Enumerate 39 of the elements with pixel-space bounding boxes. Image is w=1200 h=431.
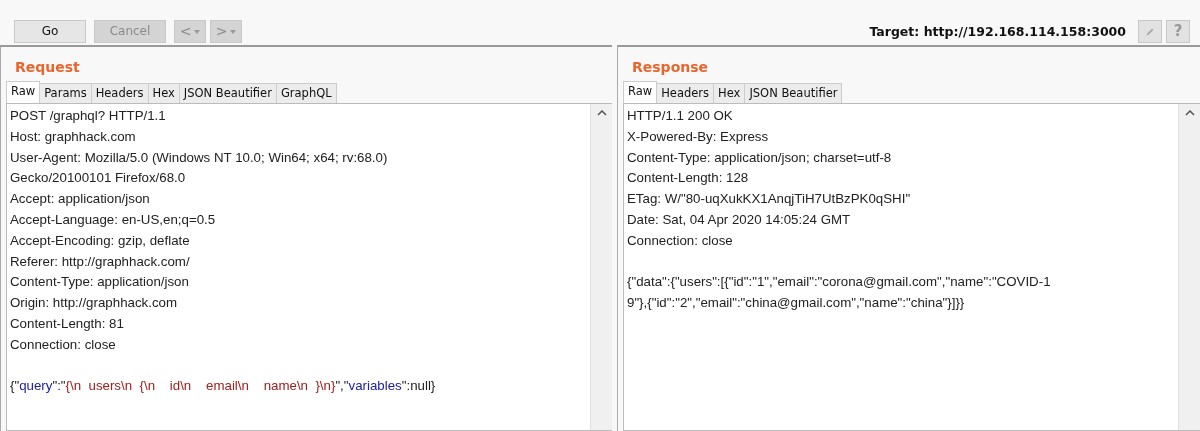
request-line: Host: graphhack.com xyxy=(10,127,137,146)
tab[interactable]: Headers xyxy=(656,83,715,103)
tab[interactable]: Hex xyxy=(713,83,746,103)
response-line: Content-Length: 128 xyxy=(627,169,750,188)
body-line: 9"},{"id":"2","email":"china@gmail.com","name":"china"}]}} xyxy=(627,294,966,313)
scroll-up-icon[interactable] xyxy=(1184,110,1195,116)
request-line: Referer: http://graphhack.com/ xyxy=(10,252,191,271)
tab[interactable]: GraphQL xyxy=(275,83,337,103)
request-line: Connection: close xyxy=(10,335,117,354)
response-line: Connection: close xyxy=(627,231,734,250)
response-line: Date: Sat, 04 Apr 2020 14:05:24 GMT xyxy=(627,211,852,229)
request-line: Accept: application/json xyxy=(10,190,151,209)
target-label: Target: http://192.168.114.158:3000 xyxy=(869,23,1126,41)
tab[interactable]: Raw xyxy=(623,81,658,103)
panel-title: Response xyxy=(631,58,710,77)
tab[interactable]: JSON Beautifier xyxy=(178,83,277,103)
edit-button[interactable] xyxy=(1138,20,1162,43)
tab[interactable]: JSON Beautifier xyxy=(744,83,843,103)
request-line: Gecko/20100101 Firefox/68.0 xyxy=(10,169,187,188)
tab[interactable]: Raw xyxy=(6,81,41,103)
response-line: X-Powered-By: Express xyxy=(627,127,770,146)
request-line: Accept-Encoding: gzip, deflate xyxy=(10,231,191,250)
request-line: Accept-Language: en-US,en;q=0.5 xyxy=(10,211,217,229)
request-line: Content-Length: 81 xyxy=(10,314,125,333)
body-line: {"query":"{\n users\n {\n id\n email\n name\n }\n}","variables":null} xyxy=(10,377,437,396)
go-button[interactable]: Go xyxy=(14,20,86,43)
request-line: User-Agent: Mozilla/5.0 (Windows NT 10.0; Win64; x64; rv:68.0) xyxy=(10,148,389,167)
tab[interactable]: Params xyxy=(39,83,92,103)
request-line: Origin: http://graphhack.com xyxy=(10,294,179,313)
request-line: Content-Type: application/json xyxy=(10,273,190,292)
response-line: Content-Type: application/json; charset=utf-8 xyxy=(627,148,893,167)
tab[interactable]: Hex xyxy=(147,83,180,103)
panel-title: Request xyxy=(14,58,81,77)
request-line: POST /graphql? HTTP/1.1 xyxy=(10,107,167,125)
tab[interactable]: Headers xyxy=(90,83,149,103)
scroll-up-icon[interactable] xyxy=(596,110,607,116)
response-line: ETag: W/"80-uqXukKX1AnqjTiH7UtBzPK0qSHI" xyxy=(627,190,912,209)
response-line: HTTP/1.1 200 OK xyxy=(627,107,734,125)
body-line: {"data":{"users":[{"id":"1","email":"corona@gmail.com","name":"COVID-1 xyxy=(627,273,1052,292)
